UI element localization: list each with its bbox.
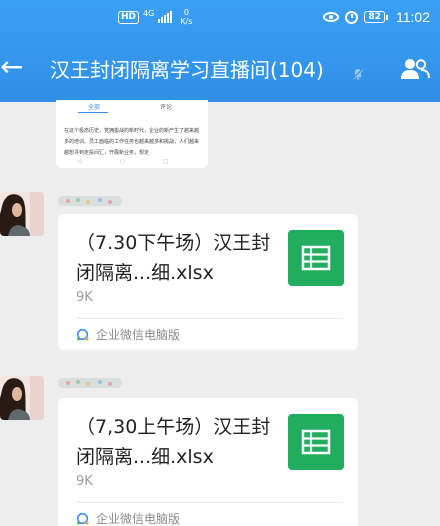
sender-name [56,374,126,392]
image-tab-all: 全部 [88,104,101,111]
group-icon[interactable] [400,58,430,80]
status-left: HD 4G 0 K/s [118,8,192,26]
card-footer: 企业微信电脑版 [76,326,180,343]
status-right: 82 11:02 [323,9,430,25]
blurred-name [58,378,122,388]
net-speed: 0 K/s [180,8,192,26]
signal-icon [158,11,173,23]
avatar-photo [0,192,44,236]
file-message-card[interactable]: （7,30上午场）汉王封闭隔离...细.xlsx 9K 企业微信电脑版 [58,398,358,526]
chat-title: 汉王封闭隔离学习直播间(104) [50,58,324,82]
card-footer: 企业微信电脑版 [76,510,180,526]
chat-area[interactable]: 全部 评论 在这个极态历史，党拥拔战的新时代，企业的新产生了越来越多的培训。员工… [0,100,440,526]
image-message[interactable]: 全部 评论 在这个极态历史，党拥拔战的新时代，企业的新产生了越来越多的培训。员工… [56,100,208,168]
wework-icon [76,512,89,525]
net-speed-unit: K/s [180,17,193,26]
status-time: 11:02 [396,9,430,25]
sender-name [56,192,126,210]
hd-badge: HD [118,10,140,24]
app-header: HD 4G 0 K/s 82 11:02 ← 汉王封闭隔离学习直播间(104) [0,0,440,102]
image-tabs: 全部 评论 [56,100,208,116]
battery-level: 82 [364,11,385,23]
arrow-left-icon[interactable]: ← [0,52,23,82]
tab-underline [78,112,108,113]
card-divider [76,318,342,319]
image-body-text: 在这个极态历史，党拥拔战的新时代，企业的新产生了越来越多的培训。员工面临的工作任… [64,128,200,156]
battery-icon: 82 [364,11,388,23]
net-speed-value: 0 [183,8,189,17]
spreadsheet-icon [288,414,344,470]
blurred-name [58,196,122,206]
spreadsheet-icon [288,230,344,286]
network-type: 4G [143,9,155,18]
alarm-icon [345,10,359,24]
avatar-photo [0,376,44,420]
file-size: 9K [76,290,93,305]
image-tab-comments: 评论 [160,104,173,111]
source-label: 企业微信电脑版 [96,328,181,342]
status-bar: HD 4G 0 K/s 82 11:02 [0,0,440,36]
bell-off-icon [352,68,364,80]
image-nav-bar: ◁ ○ □ [77,158,187,165]
file-message-card[interactable]: （7.30下午场）汉王封闭隔离...细.xlsx 9K 企业微信电脑版 [58,214,358,350]
source-label: 企业微信电脑版 [96,512,181,526]
card-divider [76,502,342,503]
battery-tip [386,14,388,20]
file-name: （7.30下午场）汉王封闭隔离...细.xlsx [76,232,271,284]
avatar[interactable] [0,192,44,236]
file-size: 9K [76,474,93,489]
avatar[interactable] [0,376,44,420]
file-name: （7,30上午场）汉王封闭隔离...细.xlsx [76,416,271,468]
title-bar: ← 汉王封闭隔离学习直播间(104) [0,38,440,100]
wework-icon [76,328,89,341]
eye-icon [323,12,340,22]
